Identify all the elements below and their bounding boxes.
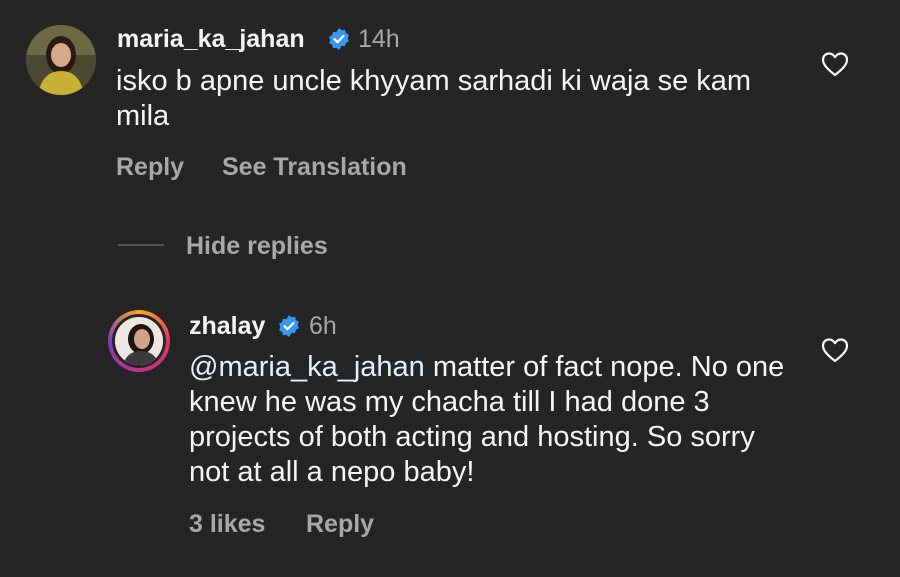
avatar[interactable]: [26, 25, 96, 95]
reply-username[interactable]: zhalay: [189, 312, 265, 341]
replies-divider: [118, 244, 164, 246]
verified-badge-icon: [329, 28, 349, 50]
reply-button[interactable]: Reply: [306, 510, 374, 539]
mention-link[interactable]: @maria_ka_jahan: [189, 351, 425, 383]
comment-text: isko b apne uncle khyyam sarhadi ki waja…: [116, 65, 752, 132]
avatar[interactable]: [108, 310, 170, 372]
likes-count[interactable]: 3 likes: [189, 510, 265, 539]
avatar-image: [26, 25, 96, 95]
heart-icon[interactable]: [821, 51, 849, 77]
heart-icon[interactable]: [821, 337, 849, 363]
verified-badge-icon: [279, 315, 299, 337]
reply-button[interactable]: Reply: [116, 153, 184, 182]
comment-username[interactable]: maria_ka_jahan: [117, 25, 305, 54]
hide-replies-button[interactable]: Hide replies: [186, 232, 328, 261]
reply-timestamp: 6h: [309, 312, 337, 340]
comment-timestamp: 14h: [358, 25, 400, 53]
see-translation-button[interactable]: See Translation: [222, 153, 407, 182]
reply-text: @maria_ka_jahan matter of fact nope. No …: [189, 350, 789, 490]
avatar-image: [115, 317, 163, 365]
